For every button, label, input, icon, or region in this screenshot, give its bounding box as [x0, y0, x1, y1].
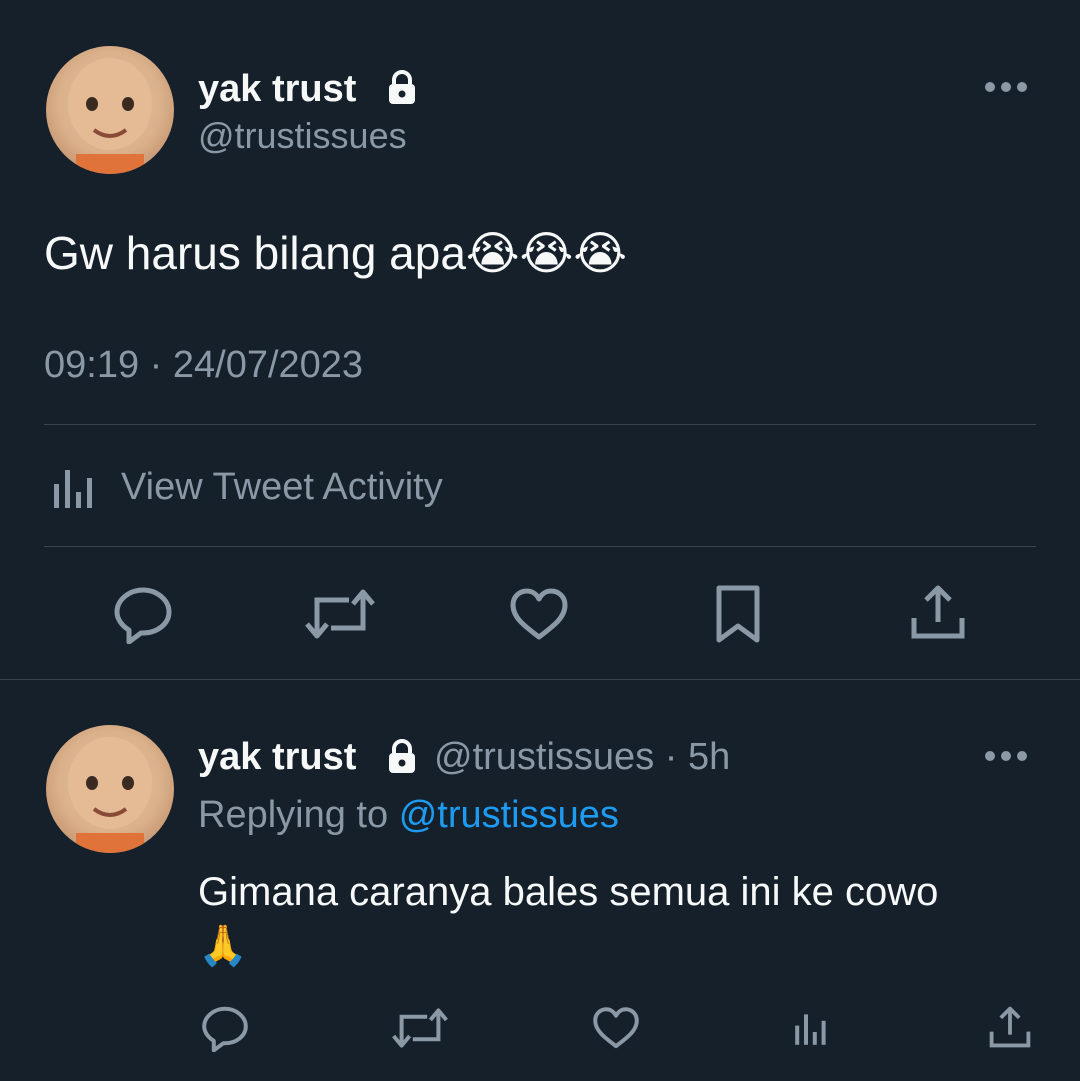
analytics-icon[interactable]	[792, 1008, 832, 1048]
timestamp[interactable]: 09:19 · 24/07/2023	[44, 342, 363, 388]
reply-text-line1: Gimana caranya bales semua ini ke cowo	[198, 870, 939, 914]
display-name-text[interactable]: yak trust	[198, 68, 356, 110]
share-icon[interactable]	[908, 582, 968, 642]
avatar[interactable]	[46, 46, 174, 174]
replying-to-handle[interactable]: @trustissues	[399, 794, 619, 836]
divider	[44, 424, 1036, 425]
lock-icon	[389, 70, 415, 104]
reply-icon[interactable]	[201, 1004, 249, 1052]
avatar-image	[68, 58, 152, 174]
analytics-icon[interactable]	[50, 462, 100, 512]
bookmark-icon[interactable]	[713, 584, 763, 644]
replying-to: Replying to @trustissues	[198, 792, 619, 838]
retweet-icon[interactable]	[305, 584, 375, 644]
more-icon[interactable]	[985, 82, 1027, 92]
handle[interactable]: @trustissues	[198, 114, 407, 158]
retweet-icon[interactable]	[392, 1004, 448, 1052]
display-name[interactable]: yak trust	[198, 735, 356, 779]
reply-text-line2: 🙏	[198, 924, 248, 968]
reply-icon[interactable]	[113, 584, 173, 644]
like-icon[interactable]	[592, 1006, 640, 1051]
display-name[interactable]: yak trust	[198, 67, 356, 111]
replying-to-label: Replying to	[198, 794, 389, 836]
lock-icon	[389, 739, 415, 773]
avatar[interactable]	[46, 725, 174, 853]
handle-time[interactable]: @trustissues · 5h	[434, 735, 730, 779]
divider	[44, 546, 1036, 547]
view-activity-link[interactable]: View Tweet Activity	[121, 464, 443, 510]
share-icon[interactable]	[987, 1004, 1033, 1050]
avatar-image	[68, 737, 152, 853]
tweet-text: Gw harus bilang apa😭😭😭	[44, 227, 628, 279]
section-divider	[0, 679, 1080, 680]
like-icon[interactable]	[509, 587, 569, 643]
more-icon[interactable]	[985, 751, 1027, 761]
